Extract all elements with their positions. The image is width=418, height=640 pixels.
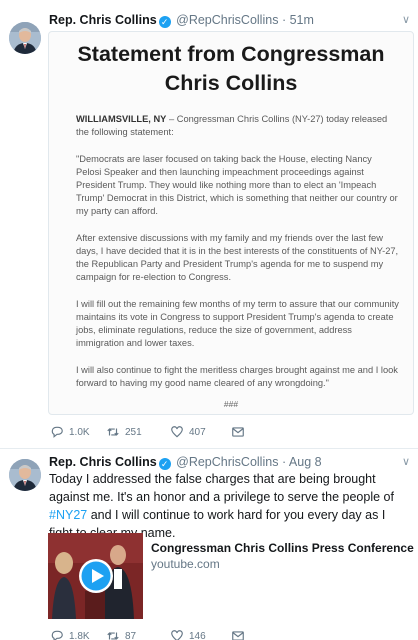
retweet-count: 251: [125, 426, 142, 438]
like-count: 407: [189, 426, 206, 438]
like-count: 146: [189, 630, 206, 640]
statement-intro: WILLIAMSVILLE, NY – Congressman Chris Co…: [76, 113, 399, 139]
tweet-text-before: Today I addressed the false charges that…: [49, 472, 394, 504]
chevron-down-icon[interactable]: ∨: [402, 13, 410, 26]
hashtag-link[interactable]: #NY27: [49, 508, 87, 522]
reply-count: 1.0K: [69, 426, 90, 438]
reply-icon: [51, 426, 63, 438]
tweet-header: Rep. Chris Collins ✓ @RepChrisCollins · A…: [49, 455, 410, 470]
statement-end-mark: ###: [223, 399, 239, 409]
direct-message-button[interactable]: [231, 425, 245, 439]
direct-message-icon: [232, 427, 244, 437]
video-thumbnail[interactable]: [48, 533, 143, 619]
verified-badge-icon: ✓: [158, 458, 171, 470]
statement-image[interactable]: Statement from Congressman Chris Collins…: [48, 31, 414, 415]
statement-paragraph: "Democrats are laser focused on taking b…: [76, 153, 398, 217]
reply-icon: [51, 630, 63, 640]
statement-title: Statement from Congressman Chris Collins: [49, 40, 413, 98]
retweet-button[interactable]: 87: [106, 629, 136, 640]
retweet-count: 87: [125, 630, 137, 640]
statement-paragraph: I will also continue to fight the meritl…: [76, 364, 398, 388]
like-icon: [171, 426, 183, 438]
author-handle[interactable]: @RepChrisCollins: [176, 455, 278, 469]
play-icon[interactable]: [78, 558, 114, 594]
reply-count: 1.8K: [69, 630, 90, 640]
statement-title-line-1: Statement from Congressman: [77, 42, 385, 66]
avatar[interactable]: [9, 22, 41, 54]
link-card-title[interactable]: Congressman Chris Collins Press Conferen…: [151, 541, 414, 555]
author-name[interactable]: Rep. Chris Collins: [49, 13, 157, 27]
retweet-icon: [107, 428, 119, 436]
retweet-button[interactable]: 251: [106, 425, 142, 439]
tweet[interactable]: Rep. Chris Collins ✓ @RepChrisCollins · 5…: [0, 0, 418, 448]
statement-body: WILLIAMSVILLE, NY – Congressman Chris Co…: [76, 113, 399, 403]
statement-title-line-2: Chris Collins: [164, 71, 298, 95]
timestamp[interactable]: Aug 8: [289, 455, 322, 469]
like-button[interactable]: 146: [170, 629, 206, 640]
statement-paragraph: I will fill out the remaining few months…: [76, 298, 399, 349]
statement-paragraph: After extensive discussions with my fami…: [76, 232, 399, 283]
timestamp[interactable]: 51m: [290, 13, 314, 27]
like-icon: [171, 630, 183, 640]
reply-button[interactable]: 1.0K: [50, 425, 90, 439]
link-card[interactable]: Congressman Chris Collins Press Conferen…: [48, 533, 414, 619]
like-button[interactable]: 407: [170, 425, 206, 439]
chevron-down-icon[interactable]: ∨: [402, 455, 410, 468]
tweet[interactable]: Rep. Chris Collins ✓ @RepChrisCollins · A…: [0, 448, 418, 640]
verified-badge-icon: ✓: [158, 16, 171, 28]
author-name[interactable]: Rep. Chris Collins: [49, 455, 157, 469]
tweet-header: Rep. Chris Collins ✓ @RepChrisCollins · 5…: [49, 13, 410, 28]
separator-dot: ·: [281, 13, 287, 27]
direct-message-icon: [232, 631, 244, 640]
direct-message-button[interactable]: [231, 629, 245, 640]
retweet-icon: [107, 632, 119, 640]
avatar[interactable]: [9, 459, 41, 491]
separator-dot: ·: [281, 455, 287, 469]
tweet-text: Today I addressed the false charges that…: [49, 470, 412, 542]
author-handle[interactable]: @RepChrisCollins: [176, 13, 278, 27]
reply-button[interactable]: 1.8K: [50, 629, 90, 640]
statement-place: WILLIAMSVILLE, NY: [76, 114, 167, 124]
link-card-domain: youtube.com: [151, 557, 220, 571]
